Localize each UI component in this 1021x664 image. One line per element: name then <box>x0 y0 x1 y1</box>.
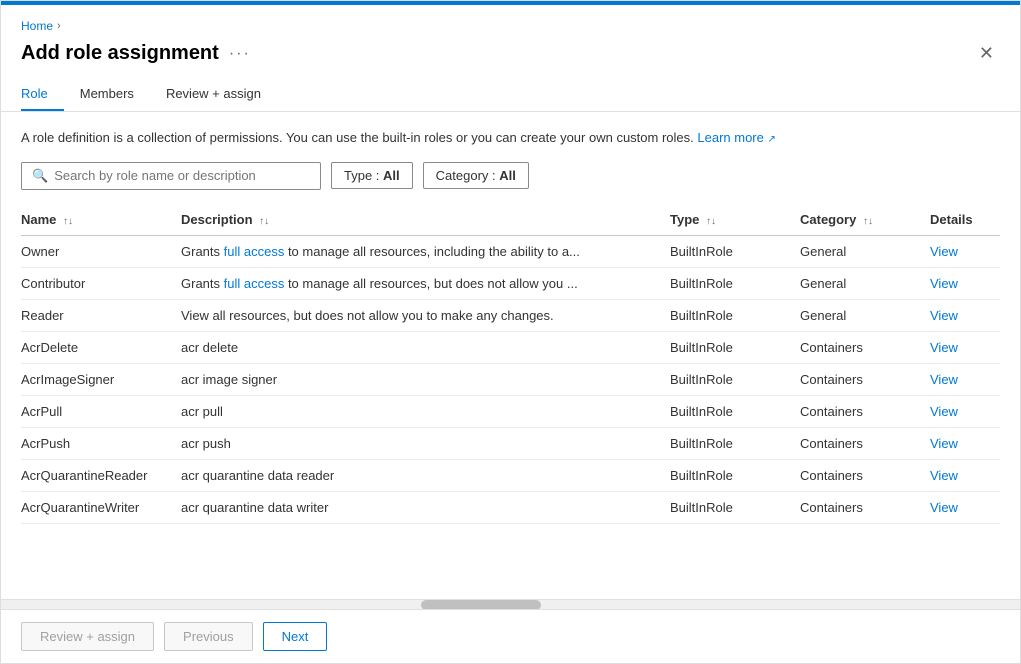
cell-category: General <box>800 235 930 267</box>
search-icon: 🔍 <box>32 168 48 184</box>
table-row[interactable]: AcrPushacr pushBuiltInRoleContainersView <box>21 427 1000 459</box>
cell-type: BuiltInRole <box>670 363 800 395</box>
type-filter-value: All <box>383 168 400 183</box>
cell-description: acr delete <box>181 331 670 363</box>
cell-type: BuiltInRole <box>670 235 800 267</box>
cell-details-view[interactable]: View <box>930 363 1000 395</box>
sort-icon-description: ↑↓ <box>259 216 269 227</box>
cell-type: BuiltInRole <box>670 459 800 491</box>
table-row[interactable]: ReaderView all resources, but does not a… <box>21 299 1000 331</box>
cell-name: Owner <box>21 235 181 267</box>
learn-more-link[interactable]: Learn more ↗ <box>697 130 776 145</box>
col-header-description[interactable]: Description ↑↓ <box>181 204 670 236</box>
cell-description: acr quarantine data writer <box>181 491 670 523</box>
review-assign-button[interactable]: Review + assign <box>21 622 154 651</box>
horizontal-scrollbar[interactable] <box>1 599 1020 609</box>
cell-details-view[interactable]: View <box>930 491 1000 523</box>
tab-review-assign[interactable]: Review + assign <box>166 78 277 111</box>
cell-name: AcrQuarantineReader <box>21 459 181 491</box>
cell-type: BuiltInRole <box>670 299 800 331</box>
footer: Review + assign Previous Next <box>1 609 1020 663</box>
cell-type: BuiltInRole <box>670 491 800 523</box>
sort-icon-category: ↑↓ <box>863 216 873 227</box>
header-area: Home › Add role assignment ··· ✕ Role Me… <box>1 5 1020 112</box>
content-area: A role definition is a collection of per… <box>1 112 1020 599</box>
table-row[interactable]: OwnerGrants full access to manage all re… <box>21 235 1000 267</box>
roles-table-wrap: Name ↑↓ Description ↑↓ Type ↑↓ Categor <box>21 204 1000 584</box>
description-text: A role definition is a collection of per… <box>21 128 1000 148</box>
cell-name: Contributor <box>21 267 181 299</box>
cell-category: Containers <box>800 395 930 427</box>
title-row: Add role assignment ··· ✕ <box>21 41 1000 66</box>
cell-category: General <box>800 267 930 299</box>
cell-details-view[interactable]: View <box>930 331 1000 363</box>
table-row[interactable]: AcrQuarantineWriteracr quarantine data w… <box>21 491 1000 523</box>
table-row[interactable]: AcrImageSigneracr image signerBuiltInRol… <box>21 363 1000 395</box>
category-filter-button[interactable]: Category : All <box>423 162 529 189</box>
cell-description: acr image signer <box>181 363 670 395</box>
col-header-category[interactable]: Category ↑↓ <box>800 204 930 236</box>
col-header-details: Details <box>930 204 1000 236</box>
cell-description: View all resources, but does not allow y… <box>181 299 670 331</box>
cell-category: Containers <box>800 491 930 523</box>
table-row[interactable]: AcrPullacr pullBuiltInRoleContainersView <box>21 395 1000 427</box>
cell-name: AcrQuarantineWriter <box>21 491 181 523</box>
cell-details-view[interactable]: View <box>930 427 1000 459</box>
tab-role[interactable]: Role <box>21 78 64 111</box>
cell-details-view[interactable]: View <box>930 299 1000 331</box>
tab-members[interactable]: Members <box>80 78 150 111</box>
table-row[interactable]: AcrQuarantineReaderacr quarantine data r… <box>21 459 1000 491</box>
cell-category: Containers <box>800 331 930 363</box>
category-filter-value: All <box>499 168 516 183</box>
cell-type: BuiltInRole <box>670 331 800 363</box>
table-body: OwnerGrants full access to manage all re… <box>21 235 1000 523</box>
cell-name: AcrDelete <box>21 331 181 363</box>
cell-category: Containers <box>800 459 930 491</box>
roles-table: Name ↑↓ Description ↑↓ Type ↑↓ Categor <box>21 204 1000 524</box>
breadcrumb-separator: › <box>57 20 61 32</box>
table-row[interactable]: AcrDeleteacr deleteBuiltInRoleContainers… <box>21 331 1000 363</box>
cell-category: Containers <box>800 363 930 395</box>
title-row-left: Add role assignment ··· <box>21 42 251 65</box>
filters-bar: 🔍 Type : All Category : All <box>21 162 1000 190</box>
previous-button[interactable]: Previous <box>164 622 253 651</box>
cell-category: General <box>800 299 930 331</box>
cell-type: BuiltInRole <box>670 427 800 459</box>
page-title: Add role assignment <box>21 42 219 65</box>
sort-icon-name: ↑↓ <box>63 216 73 227</box>
cell-description: Grants full access to manage all resourc… <box>181 235 670 267</box>
table-header-row: Name ↑↓ Description ↑↓ Type ↑↓ Categor <box>21 204 1000 236</box>
cell-type: BuiltInRole <box>670 267 800 299</box>
more-options-icon[interactable]: ··· <box>229 45 251 63</box>
cell-description: Grants full access to manage all resourc… <box>181 267 670 299</box>
cell-category: Containers <box>800 427 930 459</box>
cell-details-view[interactable]: View <box>930 395 1000 427</box>
search-input[interactable] <box>54 168 310 183</box>
cell-description: acr pull <box>181 395 670 427</box>
breadcrumb: Home › <box>21 19 1000 33</box>
tab-bar: Role Members Review + assign <box>21 78 1000 111</box>
cell-details-view[interactable]: View <box>930 235 1000 267</box>
search-box: 🔍 <box>21 162 321 190</box>
cell-details-view[interactable]: View <box>930 267 1000 299</box>
cell-description: acr push <box>181 427 670 459</box>
close-button[interactable]: ✕ <box>973 41 1000 66</box>
col-header-name[interactable]: Name ↑↓ <box>21 204 181 236</box>
cell-description: acr quarantine data reader <box>181 459 670 491</box>
breadcrumb-home[interactable]: Home <box>21 19 53 33</box>
next-button[interactable]: Next <box>263 622 328 651</box>
main-container: Home › Add role assignment ··· ✕ Role Me… <box>1 5 1020 663</box>
cell-name: AcrPull <box>21 395 181 427</box>
cell-name: AcrImageSigner <box>21 363 181 395</box>
col-header-type[interactable]: Type ↑↓ <box>670 204 800 236</box>
sort-icon-type: ↑↓ <box>706 216 716 227</box>
cell-name: AcrPush <box>21 427 181 459</box>
cell-name: Reader <box>21 299 181 331</box>
type-filter-button[interactable]: Type : All <box>331 162 413 189</box>
cell-details-view[interactable]: View <box>930 459 1000 491</box>
cell-type: BuiltInRole <box>670 395 800 427</box>
table-row[interactable]: ContributorGrants full access to manage … <box>21 267 1000 299</box>
